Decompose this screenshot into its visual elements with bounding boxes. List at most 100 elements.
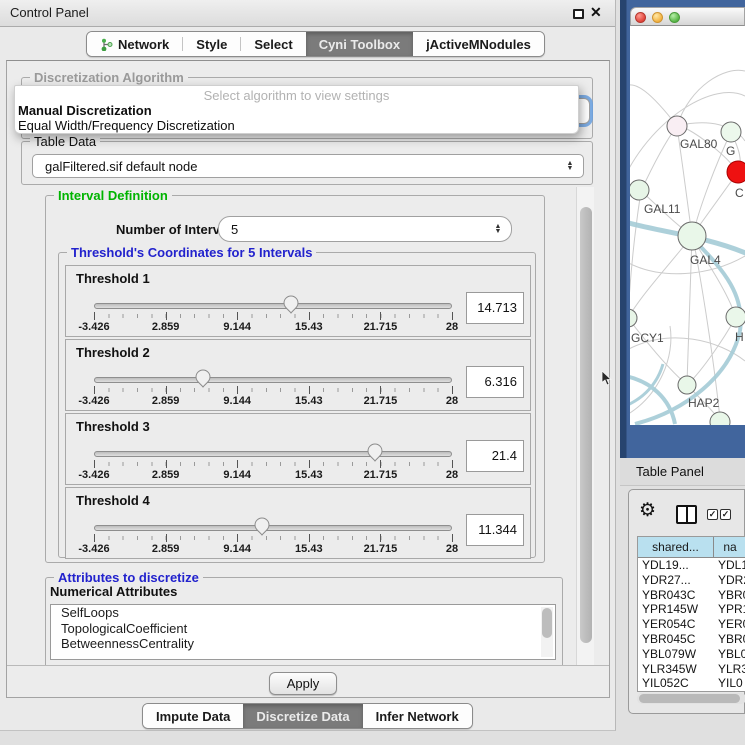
tick-label: 2.859 — [152, 321, 180, 333]
tick-label: 28 — [446, 543, 458, 555]
float-window-icon[interactable] — [573, 9, 584, 19]
tab-network[interactable]: Network — [87, 32, 182, 56]
list-scrollbar[interactable] — [541, 607, 553, 657]
panel-vertical-scrollbar[interactable] — [576, 187, 594, 665]
cell[interactable]: YER0 — [714, 617, 745, 632]
cell[interactable]: YBL0 — [714, 647, 745, 662]
threshold-4-value-field[interactable]: 11.344 — [466, 514, 524, 546]
threshold-1-value-field[interactable]: 14.713 — [466, 292, 524, 324]
tab-cyni-toolbox[interactable]: Cyni Toolbox — [306, 32, 413, 56]
control-panel-title: Control Panel — [10, 0, 89, 26]
threshold-4-slider[interactable] — [94, 525, 452, 531]
cell[interactable]: YPR145W — [638, 602, 714, 617]
cell[interactable]: YDR2 — [714, 573, 745, 588]
cell[interactable]: YBR0 — [714, 588, 745, 603]
table-panel-window: ⚙ ✓ ✓ shared... na YDL19...YDL1 YDR27...… — [628, 489, 745, 714]
apply-button[interactable]: Apply — [269, 672, 337, 695]
checkbox-icon[interactable]: ✓ — [720, 509, 731, 520]
tab-jactivemnodules[interactable]: jActiveMNodules — [413, 32, 544, 56]
threshold-2-slider-thumb[interactable] — [195, 369, 211, 388]
network-node[interactable] — [678, 222, 706, 250]
table-data-combo[interactable]: galFiltered.sif default node ▲▼ — [32, 154, 584, 178]
minimize-traffic-light[interactable] — [652, 12, 663, 23]
table-row[interactable]: YBL079WYBL0 — [638, 647, 745, 662]
tab-style-label: Style — [196, 37, 227, 52]
cell[interactable]: YBR043C — [638, 588, 714, 603]
network-canvas[interactable]: GAL80GCGAL11GAL4GCY1HHAP2 — [630, 26, 745, 425]
gear-icon[interactable]: ⚙ — [639, 499, 656, 522]
table-row[interactable]: YDL19...YDL1 — [638, 558, 745, 573]
network-node[interactable] — [678, 376, 696, 394]
table-row[interactable]: YER054CYER0 — [638, 617, 745, 632]
list-item-selfloops[interactable]: SelfLoops — [51, 605, 555, 621]
column-header-shared[interactable]: shared... — [638, 537, 714, 558]
cell[interactable]: YDR27... — [638, 573, 714, 588]
threshold-1-slider-thumb[interactable] — [283, 295, 299, 314]
cell[interactable]: YBR045C — [638, 632, 714, 647]
network-node[interactable] — [726, 307, 745, 327]
attributes-group: Attributes to discretize Numerical Attri… — [45, 577, 563, 665]
cell[interactable]: YDL1 — [714, 558, 745, 573]
network-node-label: GCY1 — [631, 331, 664, 345]
numerical-attributes-list[interactable]: SelfLoops TopologicalCoefficient Between… — [50, 604, 556, 660]
table-horizontal-scrollbar[interactable] — [637, 693, 745, 704]
number-of-intervals-combo[interactable]: 5 ▲▼ — [218, 216, 512, 242]
tab-infer-network[interactable]: Infer Network — [363, 704, 472, 728]
network-node[interactable] — [630, 180, 649, 200]
list-item-betweennesscentrality[interactable]: BetweennessCentrality — [51, 636, 555, 652]
table-row[interactable]: YBR045CYBR0 — [638, 632, 745, 647]
cell[interactable]: YIL0 — [714, 676, 745, 691]
threshold-1-slider[interactable] — [94, 303, 452, 309]
table-row[interactable]: YPR145WYPR1 — [638, 602, 745, 617]
table-row[interactable]: YDR27...YDR2 — [638, 573, 745, 588]
table-row[interactable]: YIL052CYIL0 — [638, 676, 745, 691]
network-node[interactable] — [727, 161, 745, 183]
threshold-3-value-field[interactable]: 21.4 — [466, 440, 524, 472]
threshold-4-slider-thumb[interactable] — [254, 517, 270, 536]
cell[interactable]: YBR0 — [714, 632, 745, 647]
network-node[interactable] — [630, 309, 637, 327]
table-header-row: shared... na — [638, 537, 745, 558]
node-table[interactable]: shared... na YDL19...YDL1 YDR27...YDR2 Y… — [637, 536, 745, 692]
cell[interactable]: YPR1 — [714, 602, 745, 617]
threshold-3-slider-thumb[interactable] — [367, 443, 383, 462]
zoom-traffic-light[interactable] — [669, 12, 680, 23]
cell[interactable]: YER054C — [638, 617, 714, 632]
threshold-3-slider[interactable] — [94, 451, 452, 457]
minor-ticks — [94, 388, 453, 392]
tab-cyni-toolbox-label: Cyni Toolbox — [319, 37, 400, 52]
table-row[interactable]: YLR345WYLR3 — [638, 662, 745, 677]
cell[interactable]: YDL19... — [638, 558, 714, 573]
popup-item-equal-width[interactable]: Equal Width/Frequency Discretization — [15, 118, 578, 133]
column-header-name[interactable]: na — [714, 537, 745, 558]
close-icon[interactable]: ✕ — [590, 4, 602, 21]
close-traffic-light[interactable] — [635, 12, 646, 23]
network-icon — [100, 38, 113, 51]
tab-style[interactable]: Style — [183, 32, 240, 56]
network-node[interactable] — [721, 122, 741, 142]
cell[interactable]: YBL079W — [638, 647, 714, 662]
tick-label: 9.144 — [223, 321, 251, 333]
list-item-topologicalcoefficient[interactable]: TopologicalCoefficient — [51, 621, 555, 637]
cell[interactable]: YLR3 — [714, 662, 745, 677]
tab-discretize-data[interactable]: Discretize Data — [243, 704, 362, 728]
tab-impute-data[interactable]: Impute Data — [143, 704, 243, 728]
threshold-2-value-field[interactable]: 6.316 — [466, 366, 524, 398]
network-window-titlebar — [630, 7, 745, 26]
network-node-label: GAL80 — [680, 137, 718, 151]
network-node[interactable] — [710, 412, 730, 425]
tick-label: 15.43 — [295, 543, 323, 555]
threshold-2-slider[interactable] — [94, 377, 452, 383]
numerical-attributes-label: Numerical Attributes — [50, 584, 177, 599]
tab-select[interactable]: Select — [241, 32, 305, 56]
cell[interactable]: YIL052C — [638, 676, 714, 691]
thresholds-group-label: Threshold's Coordinates for 5 Intervals — [67, 245, 316, 260]
popup-item-manual-discretization[interactable]: Manual Discretization — [15, 103, 578, 118]
network-node[interactable] — [667, 116, 687, 136]
table-row[interactable]: YBR043CYBR0 — [638, 588, 745, 603]
screen: Control Panel ✕ Network Style Select Cyn… — [0, 0, 745, 745]
cell[interactable]: YLR345W — [638, 662, 714, 677]
tab-network-label: Network — [118, 37, 169, 52]
checkbox-icon[interactable]: ✓ — [707, 509, 718, 520]
columns-icon[interactable] — [676, 505, 697, 524]
